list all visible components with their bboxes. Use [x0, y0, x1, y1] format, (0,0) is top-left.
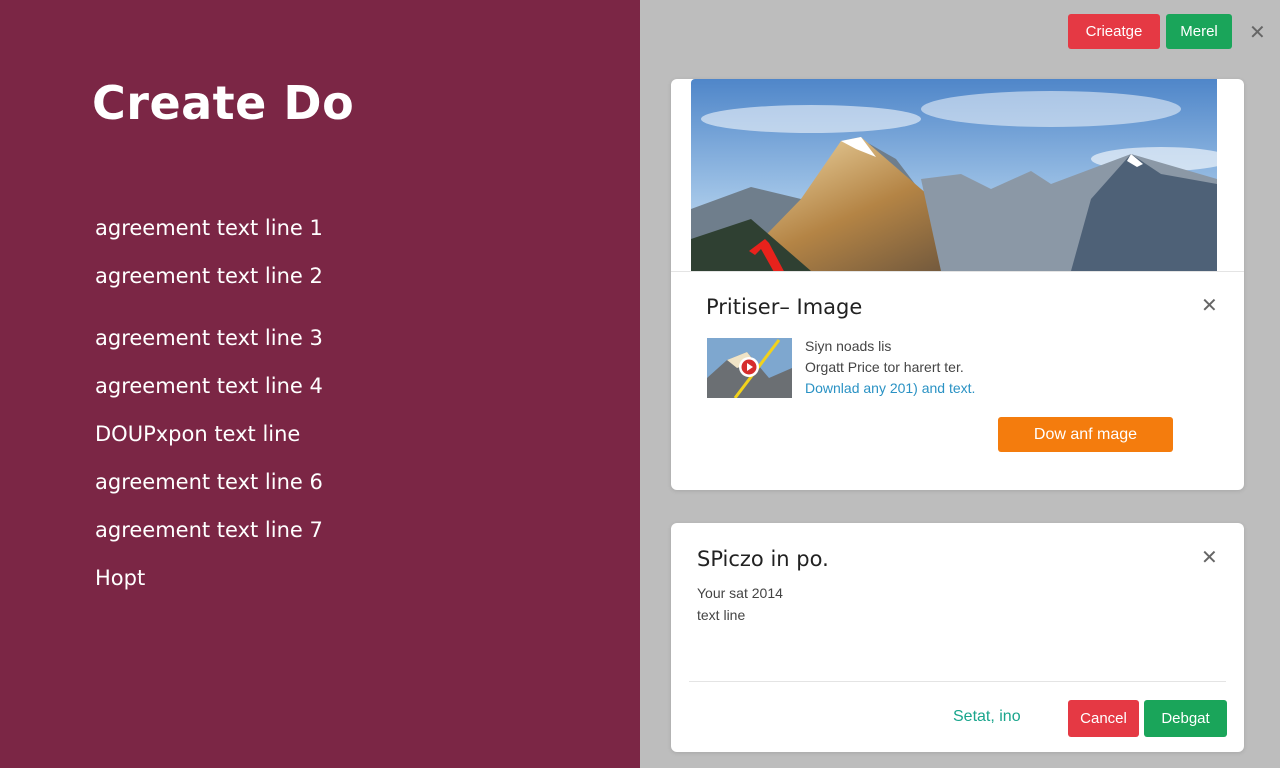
- create-button[interactable]: Crieatge: [1068, 14, 1160, 49]
- left-text-line: agreement text line 4: [95, 374, 323, 398]
- video-thumbnail-art: [707, 338, 792, 398]
- left-panel-title: Create Do: [92, 76, 355, 130]
- close-icon[interactable]: ✕: [1201, 547, 1218, 567]
- left-panel-text: agreement text line 1 agreement text lin…: [95, 204, 575, 602]
- body-line: Your sat 2014: [697, 585, 783, 601]
- divider: [689, 681, 1226, 682]
- video-thumbnail[interactable]: [707, 338, 792, 398]
- confirm-button[interactable]: Debgat: [1144, 700, 1227, 737]
- divider: [671, 271, 1244, 272]
- image-card: Pritiser– Image ✕ Siyn noads lis Orgatt …: [671, 79, 1244, 490]
- merge-button[interactable]: Merel: [1166, 14, 1232, 49]
- body-line: text line: [697, 607, 746, 623]
- close-icon[interactable]: ✕: [1201, 295, 1218, 315]
- info-card: SPiczo in po. ✕ Your sat 2014 text line …: [671, 523, 1244, 752]
- settings-link[interactable]: Setat, ino: [953, 708, 1021, 726]
- left-text-line: DOUPxpon text line: [95, 422, 301, 446]
- info-card-title: SPiczo in po.: [697, 547, 829, 571]
- left-text-line: Hopt: [95, 566, 146, 590]
- left-text-line: agreement text line 1: [95, 216, 323, 240]
- image-card-description: Siyn noads lis Orgatt Price tor harert t…: [805, 336, 1225, 399]
- left-text-line: agreement text line 3: [95, 326, 323, 350]
- cancel-button[interactable]: Cancel: [1068, 700, 1139, 737]
- mountain-image: [691, 79, 1217, 271]
- close-icon[interactable]: ✕: [1249, 22, 1266, 42]
- image-card-title: Pritiser– Image: [706, 295, 863, 319]
- download-link[interactable]: Downlad any 201) and text.: [805, 378, 1225, 399]
- download-image-button[interactable]: Dow anf mage: [998, 417, 1173, 452]
- left-panel: Create Do agreement text line 1 agreemen…: [0, 0, 640, 768]
- info-card-body: Your sat 2014 text line: [697, 582, 1217, 626]
- mountain-image-art: [691, 79, 1217, 271]
- left-text-line: agreement text line 2: [95, 264, 323, 288]
- description-line: Siyn noads lis: [805, 338, 892, 354]
- description-line: Orgatt Price tor harert ter.: [805, 359, 964, 375]
- left-text-line: agreement text line 7: [95, 518, 323, 542]
- left-text-line: agreement text line 6: [95, 470, 323, 494]
